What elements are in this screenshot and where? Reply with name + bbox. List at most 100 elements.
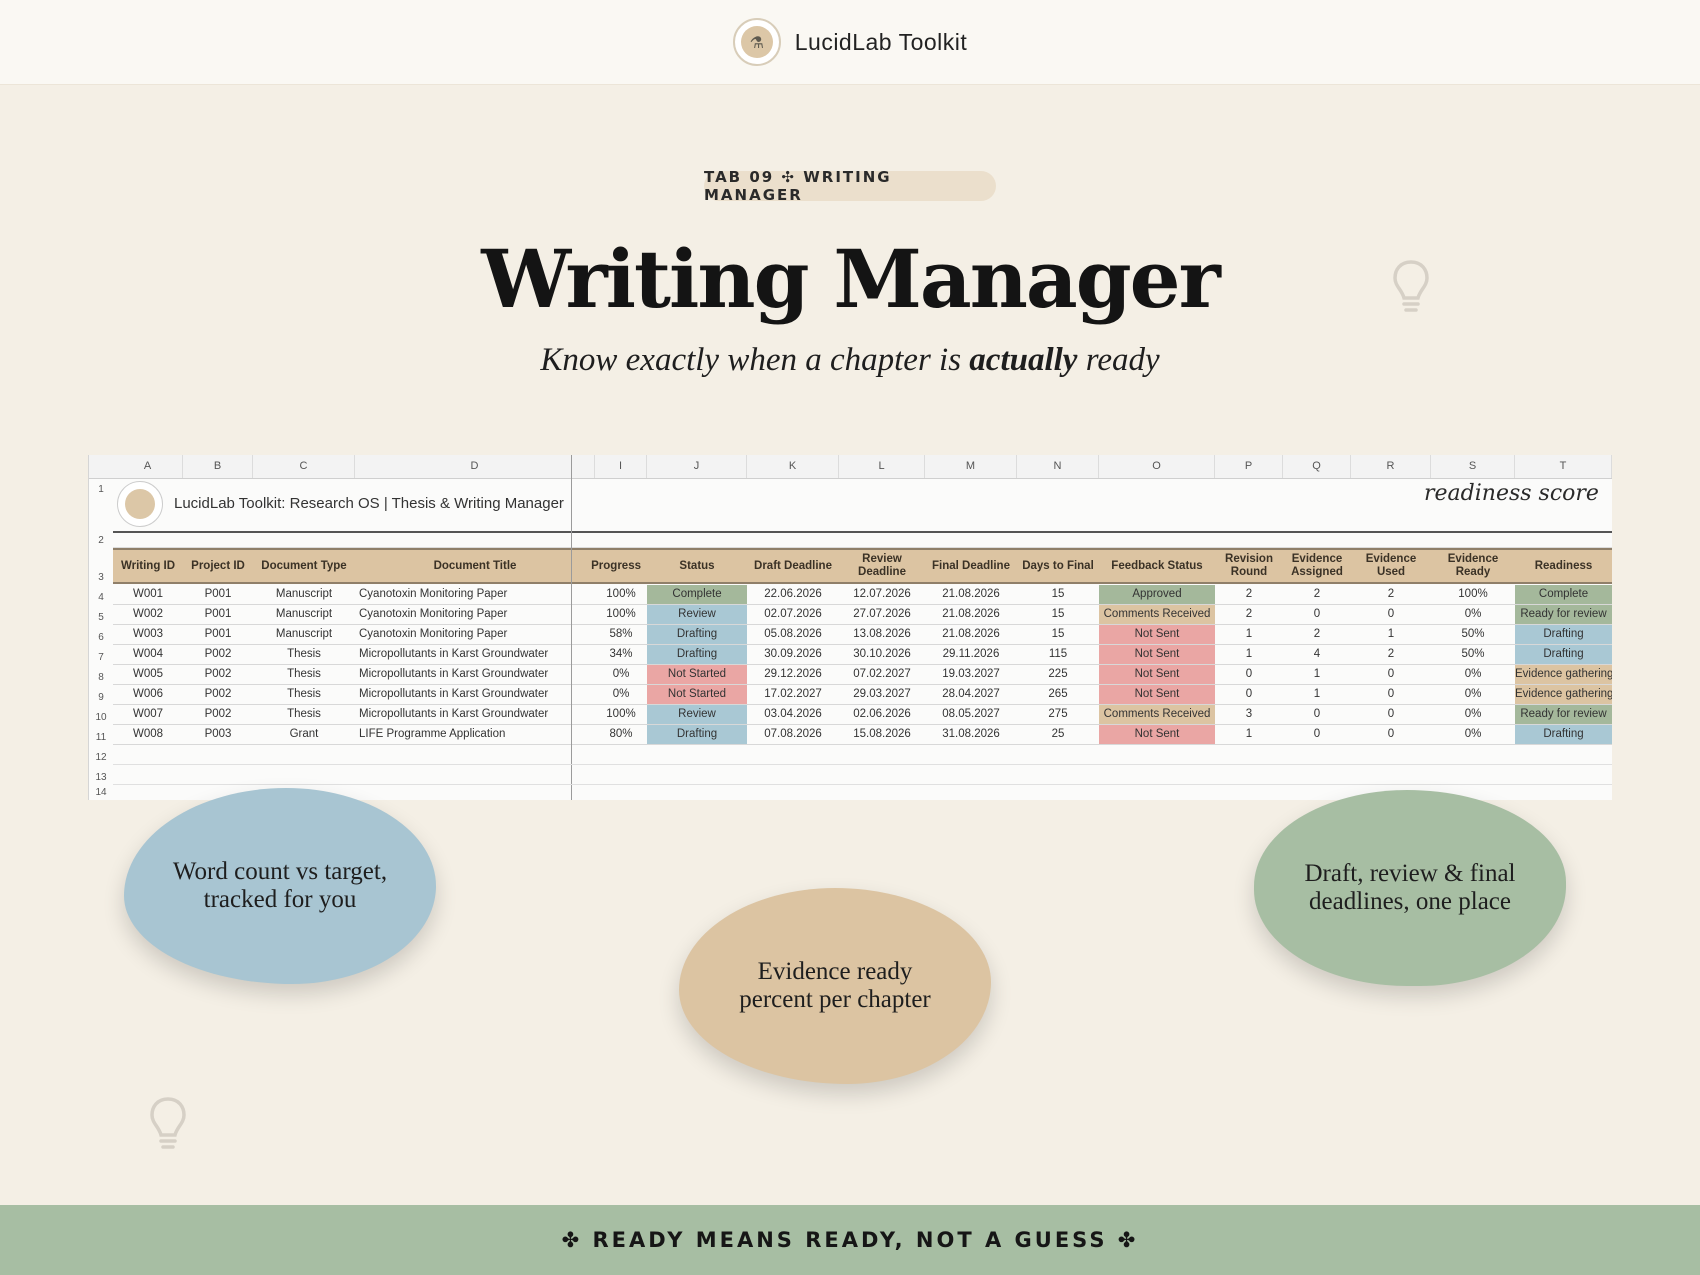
table-cell[interactable]: 1 <box>1215 625 1283 644</box>
row-number[interactable]: 11 <box>89 725 113 745</box>
table-cell[interactable]: Not Started <box>647 665 747 684</box>
table-cell[interactable]: 1 <box>1215 645 1283 664</box>
table-cell[interactable]: W005 <box>113 665 183 684</box>
table-cell[interactable]: 2 <box>1351 585 1431 604</box>
table-cell[interactable]: Not Sent <box>1099 725 1215 744</box>
table-cell[interactable]: Review <box>647 605 747 624</box>
table-cell[interactable]: 100% <box>595 605 647 624</box>
table-cell[interactable]: 0 <box>1351 705 1431 724</box>
column-letter[interactable]: S <box>1431 455 1515 478</box>
table-cell[interactable]: 0 <box>1215 685 1283 704</box>
table-cell[interactable]: W002 <box>113 605 183 624</box>
table-cell[interactable]: Micropollutants in Karst Groundwater <box>355 685 595 704</box>
row-number[interactable]: 10 <box>89 705 113 725</box>
table-cell[interactable]: 21.08.2026 <box>925 585 1017 604</box>
table-cell[interactable]: P002 <box>183 685 253 704</box>
column-letter[interactable]: C <box>253 455 355 478</box>
column-letter[interactable]: J <box>647 455 747 478</box>
table-cell[interactable]: Manuscript <box>253 625 355 644</box>
row-number[interactable]: 5 <box>89 605 113 625</box>
table-cell[interactable]: P001 <box>183 585 253 604</box>
table-cell[interactable]: 50% <box>1431 645 1515 664</box>
table-cell[interactable]: Comments Received <box>1099 705 1215 724</box>
table-cell[interactable]: 58% <box>595 625 647 644</box>
table-cell[interactable]: 03.04.2026 <box>747 705 839 724</box>
column-letter[interactable]: A <box>113 455 183 478</box>
table-cell[interactable]: 2 <box>1215 605 1283 624</box>
column-letter[interactable]: N <box>1017 455 1099 478</box>
table-cell[interactable]: Micropollutants in Karst Groundwater <box>355 705 595 724</box>
table-cell[interactable]: 0% <box>1431 605 1515 624</box>
table-cell[interactable]: 17.02.2027 <box>747 685 839 704</box>
row-number[interactable]: 12 <box>89 745 113 765</box>
table-cell[interactable]: 13.08.2026 <box>839 625 925 644</box>
table-cell[interactable]: 2 <box>1351 645 1431 664</box>
column-letter[interactable]: I <box>595 455 647 478</box>
table-cell[interactable]: 02.07.2026 <box>747 605 839 624</box>
column-letter[interactable]: O <box>1099 455 1215 478</box>
table-cell[interactable]: P001 <box>183 605 253 624</box>
table-cell[interactable]: 1 <box>1351 625 1431 644</box>
table-cell[interactable]: 30.09.2026 <box>747 645 839 664</box>
row-number[interactable]: 3 <box>89 548 113 585</box>
table-cell[interactable]: Micropollutants in Karst Groundwater <box>355 665 595 684</box>
table-cell[interactable]: 0% <box>595 665 647 684</box>
table-cell[interactable]: P002 <box>183 645 253 664</box>
row-number[interactable]: 6 <box>89 625 113 645</box>
table-cell[interactable]: 08.05.2027 <box>925 705 1017 724</box>
table-cell[interactable]: LIFE Programme Application <box>355 725 595 744</box>
column-letter[interactable]: R <box>1351 455 1431 478</box>
table-cell[interactable]: Complete <box>1515 585 1612 604</box>
table-cell[interactable]: 1 <box>1283 665 1351 684</box>
empty-row[interactable] <box>113 765 1612 785</box>
table-cell[interactable]: 1 <box>1283 685 1351 704</box>
table-cell[interactable]: Thesis <box>253 665 355 684</box>
table-cell[interactable]: Review <box>647 705 747 724</box>
table-cell[interactable]: 15 <box>1017 625 1099 644</box>
empty-row[interactable] <box>113 745 1612 765</box>
table-cell[interactable]: P003 <box>183 725 253 744</box>
column-letter[interactable]: K <box>747 455 839 478</box>
table-cell[interactable]: 30.10.2026 <box>839 645 925 664</box>
table-cell[interactable]: 4 <box>1283 645 1351 664</box>
table-cell[interactable]: 0% <box>595 685 647 704</box>
table-cell[interactable]: 2 <box>1283 585 1351 604</box>
table-cell[interactable]: 15.08.2026 <box>839 725 925 744</box>
table-cell[interactable]: 265 <box>1017 685 1099 704</box>
table-cell[interactable]: 3 <box>1215 705 1283 724</box>
table-cell[interactable]: 19.03.2027 <box>925 665 1017 684</box>
table-cell[interactable]: Evidence gathering <box>1515 685 1612 704</box>
row-number[interactable]: 14 <box>89 785 113 800</box>
table-cell[interactable]: 31.08.2026 <box>925 725 1017 744</box>
table-cell[interactable]: 100% <box>595 705 647 724</box>
table-cell[interactable]: Drafting <box>1515 725 1612 744</box>
table-row[interactable]: W002 P001 Manuscript Cyanotoxin Monitoring … <box>113 605 1612 625</box>
table-cell[interactable]: 15 <box>1017 585 1099 604</box>
table-cell[interactable]: Micropollutants in Karst Groundwater <box>355 645 595 664</box>
table-cell[interactable]: 25 <box>1017 725 1099 744</box>
table-cell[interactable]: Cyanotoxin Monitoring Paper <box>355 605 595 624</box>
table-cell[interactable]: Not Sent <box>1099 645 1215 664</box>
table-cell[interactable]: 0 <box>1351 605 1431 624</box>
table-cell[interactable]: 34% <box>595 645 647 664</box>
table-cell[interactable]: 100% <box>595 585 647 604</box>
table-cell[interactable]: 0 <box>1351 665 1431 684</box>
table-cell[interactable]: 0% <box>1431 705 1515 724</box>
table-cell[interactable]: 0% <box>1431 725 1515 744</box>
row-number[interactable]: 13 <box>89 765 113 785</box>
table-cell[interactable]: 21.08.2026 <box>925 625 1017 644</box>
table-row[interactable]: W007 P002 Thesis Micropollutants in Karst G… <box>113 705 1612 725</box>
table-cell[interactable]: W007 <box>113 705 183 724</box>
table-cell[interactable]: 115 <box>1017 645 1099 664</box>
table-cell[interactable]: Drafting <box>647 625 747 644</box>
table-cell[interactable]: 0% <box>1431 665 1515 684</box>
table-cell[interactable]: W008 <box>113 725 183 744</box>
table-cell[interactable]: 1 <box>1215 725 1283 744</box>
table-cell[interactable]: Not Sent <box>1099 665 1215 684</box>
table-cell[interactable]: 21.08.2026 <box>925 605 1017 624</box>
table-cell[interactable]: 02.06.2026 <box>839 705 925 724</box>
table-cell[interactable]: P002 <box>183 705 253 724</box>
row-number[interactable]: 8 <box>89 665 113 685</box>
table-cell[interactable]: 29.12.2026 <box>747 665 839 684</box>
table-cell[interactable]: 07.02.2027 <box>839 665 925 684</box>
